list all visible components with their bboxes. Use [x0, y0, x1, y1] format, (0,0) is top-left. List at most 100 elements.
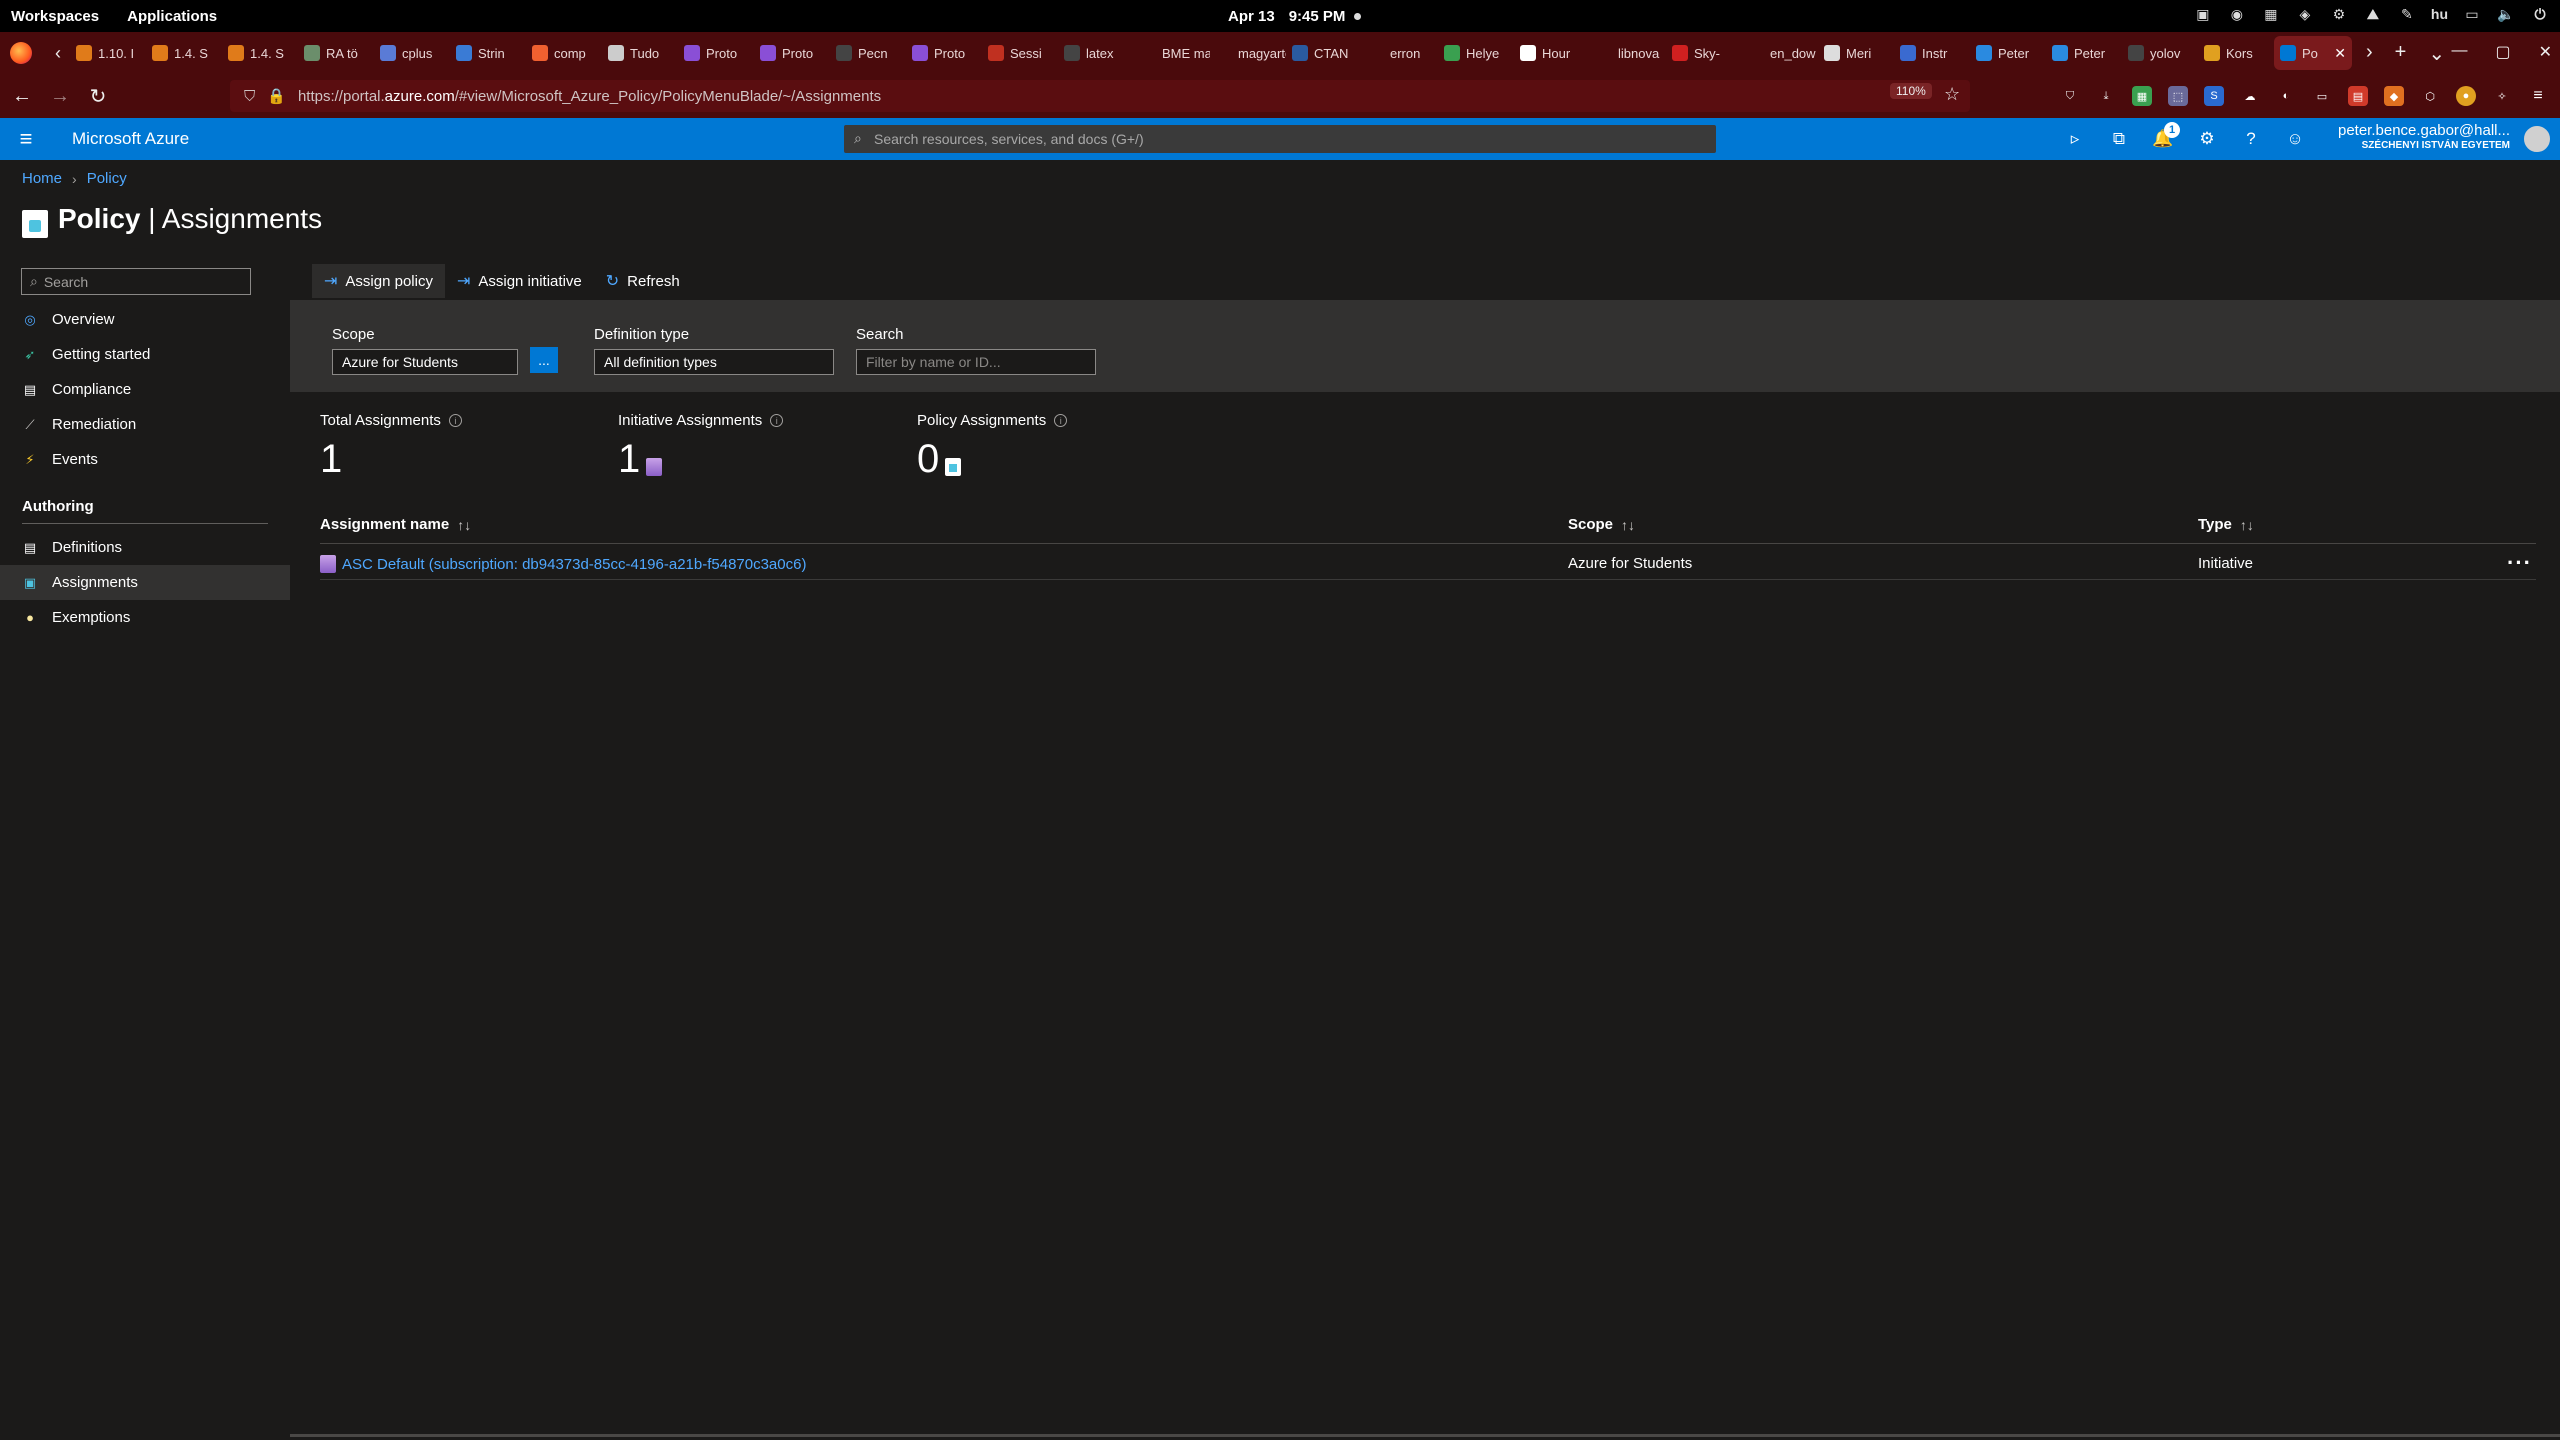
- extension-icon-4[interactable]: ☁: [2240, 86, 2260, 106]
- browser-tab[interactable]: Sessi: [982, 36, 1058, 70]
- scope-field[interactable]: Azure for Students: [332, 349, 518, 375]
- info-icon[interactable]: i: [448, 414, 462, 427]
- directory-filter-icon[interactable]: ⧉: [2108, 126, 2130, 152]
- menu-search-input[interactable]: ⌕ Search: [21, 268, 251, 295]
- menu-item-compliance[interactable]: ▤ Compliance: [0, 372, 290, 407]
- browser-tab[interactable]: magyarto: [1210, 36, 1286, 70]
- extension-icon-2[interactable]: ⬚: [2168, 86, 2188, 106]
- assign-policy-button[interactable]: ⇥ Assign policy: [312, 264, 445, 298]
- browser-tab[interactable]: cplus: [374, 36, 450, 70]
- forward-icon[interactable]: →: [44, 85, 76, 108]
- downloads-icon[interactable]: ⤓: [2096, 86, 2116, 106]
- discord-icon[interactable]: ◈: [2295, 4, 2315, 24]
- browser-tab[interactable]: en_dow: [1742, 36, 1818, 70]
- lock-icon[interactable]: 🔒: [267, 87, 286, 105]
- menu-item-remediation[interactable]: ⟋ Remediation: [0, 407, 290, 442]
- reload-icon[interactable]: ↻: [82, 84, 114, 109]
- extension-icon-9[interactable]: ⬡: [2420, 86, 2440, 106]
- browser-tab[interactable]: yolov: [2122, 36, 2198, 70]
- settings-gear-icon[interactable]: ⚙: [2196, 126, 2218, 152]
- menu-item-getting-started[interactable]: ➶ Getting started: [0, 337, 290, 372]
- portal-menu-icon[interactable]: ≡: [0, 126, 52, 152]
- menu-item-overview[interactable]: ◎ Overview: [0, 302, 290, 337]
- browser-tab[interactable]: Peter: [2046, 36, 2122, 70]
- refresh-button[interactable]: ↻ Refresh: [594, 264, 692, 298]
- browser-tab[interactable]: Proto: [906, 36, 982, 70]
- filter-search-input[interactable]: Filter by name or ID...: [856, 349, 1096, 375]
- browser-tab[interactable]: Kors: [2198, 36, 2274, 70]
- sort-icon[interactable]: ↑↓: [2240, 517, 2254, 533]
- maximize-icon[interactable]: ▢: [2495, 42, 2510, 62]
- extension-icon-3[interactable]: S: [2204, 86, 2224, 106]
- info-icon[interactable]: i: [1054, 414, 1068, 427]
- extension-icon-5[interactable]: ◐: [2276, 86, 2296, 106]
- browser-tab[interactable]: Strin: [450, 36, 526, 70]
- extension-icon-10[interactable]: ●: [2456, 86, 2476, 106]
- browser-tab[interactable]: BME mat: [1134, 36, 1210, 70]
- extension-icon-8[interactable]: ◆: [2384, 86, 2404, 106]
- extensions-puzzle-icon[interactable]: ✧: [2492, 86, 2512, 106]
- new-tab-icon[interactable]: +: [2395, 41, 2407, 66]
- power-icon[interactable]: ⏻: [2530, 4, 2550, 24]
- bookmark-star-icon[interactable]: ☆: [1944, 84, 1960, 105]
- info-icon[interactable]: i: [770, 414, 784, 427]
- pocket-icon[interactable]: ⛉: [2060, 86, 2080, 106]
- app-tray-icon-4[interactable]: ⛰: [2363, 4, 2383, 24]
- horizontal-scrollbar[interactable]: [290, 1434, 2560, 1437]
- browser-tab[interactable]: comp: [526, 36, 602, 70]
- close-window-icon[interactable]: ✕: [2539, 42, 2552, 62]
- app-tray-icon-2[interactable]: ◉: [2227, 4, 2247, 24]
- browser-tab[interactable]: RA tö: [298, 36, 374, 70]
- app-tray-icon-5[interactable]: ✎: [2397, 4, 2417, 24]
- browser-tab[interactable]: Proto: [678, 36, 754, 70]
- steam-icon[interactable]: ⚙: [2329, 4, 2349, 24]
- browser-tab[interactable]: Sky-: [1666, 36, 1742, 70]
- sort-icon[interactable]: ↑↓: [1621, 517, 1635, 533]
- url-bar[interactable]: ⛉ 🔒 https://portal.azure.com/#view/Micro…: [230, 80, 1970, 112]
- workspaces-menu[interactable]: Workspaces: [11, 8, 99, 25]
- extension-icon-1[interactable]: ▦: [2132, 86, 2152, 106]
- browser-tab[interactable]: 1.4. S: [222, 36, 298, 70]
- back-icon[interactable]: ←: [6, 85, 38, 108]
- battery-icon[interactable]: ▭: [2462, 4, 2482, 24]
- tab-scroll-left-icon[interactable]: ‹: [46, 43, 70, 64]
- azure-brand[interactable]: Microsoft Azure: [72, 129, 189, 149]
- minimize-icon[interactable]: —: [2451, 42, 2467, 62]
- shield-icon[interactable]: ⛉: [244, 88, 255, 105]
- keyboard-layout[interactable]: hu: [2431, 6, 2448, 22]
- browser-tab[interactable]: Pecn: [830, 36, 906, 70]
- browser-tab[interactable]: Proto: [754, 36, 830, 70]
- browser-tab[interactable]: Peter: [1970, 36, 2046, 70]
- browser-tab[interactable]: erron: [1362, 36, 1438, 70]
- browser-tab[interactable]: Instr: [1894, 36, 1970, 70]
- scope-picker-button[interactable]: ...: [530, 347, 558, 373]
- row-more-actions-icon[interactable]: ···: [2507, 550, 2532, 576]
- browser-tab[interactable]: 1.4. S: [146, 36, 222, 70]
- browser-tab[interactable]: Meri: [1818, 36, 1894, 70]
- help-icon[interactable]: ?: [2240, 126, 2262, 152]
- browser-tab[interactable]: Po ✕: [2274, 36, 2352, 70]
- menu-item-assignments[interactable]: ▣ Assignments: [0, 565, 290, 600]
- notifications-icon[interactable]: 🔔 1: [2152, 122, 2180, 152]
- extension-icon-7[interactable]: ▤: [2348, 86, 2368, 106]
- volume-icon[interactable]: 🔈: [2496, 4, 2516, 24]
- definition-type-dropdown[interactable]: All definition types: [594, 349, 834, 375]
- column-type[interactable]: Type ↑↓: [2198, 516, 2254, 533]
- browser-tab[interactable]: Hour: [1514, 36, 1590, 70]
- browser-tab[interactable]: 1.10. I: [70, 36, 146, 70]
- sort-icon[interactable]: ↑↓: [457, 517, 471, 533]
- assign-initiative-button[interactable]: ⇥ Assign initiative: [445, 264, 594, 298]
- menu-item-exemptions[interactable]: ● Exemptions: [0, 600, 290, 635]
- browser-tab[interactable]: libnova: [1590, 36, 1666, 70]
- column-scope[interactable]: Scope ↑↓: [1568, 516, 1635, 533]
- account-menu[interactable]: peter.bence.gabor@hall... SZÉCHENYI ISTV…: [2338, 122, 2510, 151]
- app-tray-icon-1[interactable]: ▣: [2193, 4, 2213, 24]
- breadcrumb-home[interactable]: Home: [22, 170, 62, 187]
- feedback-icon[interactable]: ☺: [2284, 126, 2306, 152]
- applications-menu[interactable]: Applications: [127, 8, 217, 25]
- menu-item-events[interactable]: ⚡ Events: [0, 442, 290, 477]
- app-tray-icon-3[interactable]: ▦: [2261, 4, 2281, 24]
- close-tab-icon[interactable]: ✕: [2334, 45, 2346, 62]
- cloud-shell-icon[interactable]: ▹: [2064, 126, 2086, 152]
- zoom-level[interactable]: 110%: [1890, 83, 1932, 99]
